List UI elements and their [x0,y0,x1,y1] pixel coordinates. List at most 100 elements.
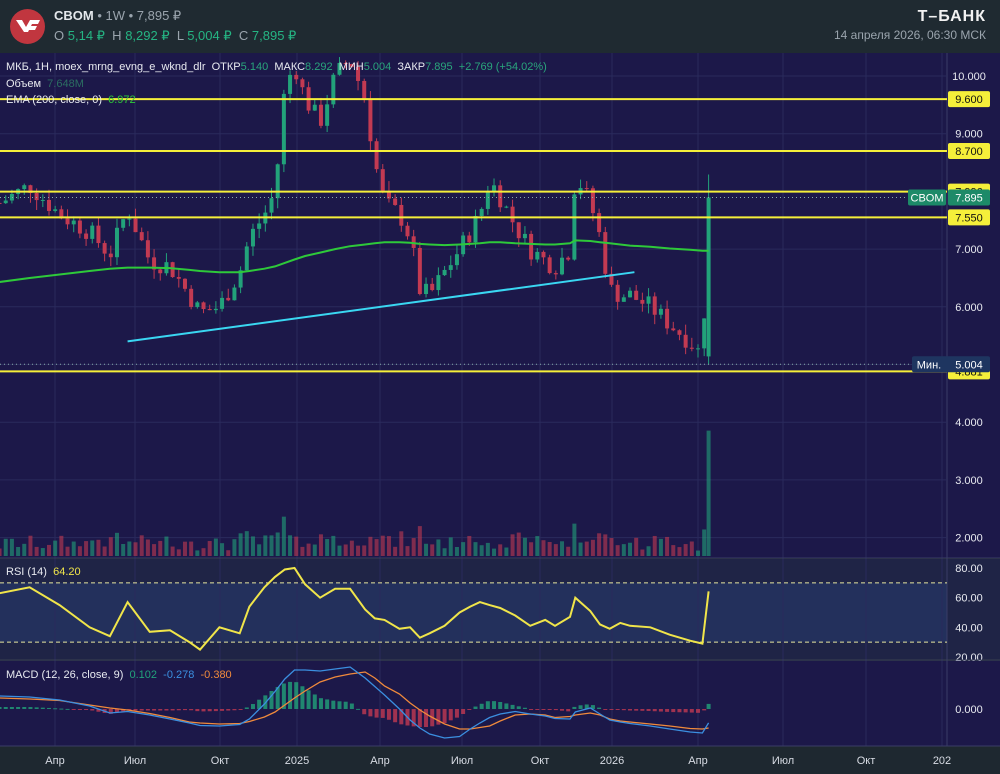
macd-hist-bar [195,709,200,712]
ticker[interactable]: CBOM [54,8,94,23]
level-label: 9.600 [955,94,983,106]
macd-hist-bar [706,703,711,709]
macd-hist-bar [547,709,552,710]
time-tick: 202 [933,755,951,767]
macd-hist-bar [362,709,367,715]
volume-bar [318,534,323,556]
candle-body [213,308,218,311]
volume-bar [3,538,8,556]
macd-hist-bar [689,709,694,713]
candle-body [702,318,707,349]
rsi-tick: 80.00 [955,563,983,575]
volume-bar [467,535,472,556]
candle-body [504,206,509,208]
macd-hist-bar [318,698,323,709]
price-tick: 9.000 [955,129,983,141]
macd-hist-bar [158,709,163,711]
time-tick: Июл [451,755,473,767]
volume-bar [158,540,163,556]
candle-body [201,302,206,310]
macd-hist-bar [652,709,657,712]
volume-bar [572,523,577,556]
candle-body [300,79,305,88]
candle-body [90,225,95,239]
candle-body [207,309,212,311]
volume-bar [96,539,101,556]
macd-hist-bar [53,708,58,710]
candle-body [250,228,255,247]
macd-hist-bar [683,709,688,713]
legend-macd: MACD (12, 26, close, 9) 0.102 -0.278 -0.… [6,669,232,681]
candle-body [269,198,274,213]
candle-body [114,227,119,258]
macd-hist-bar [170,709,175,711]
macd-hist-bar [467,709,472,710]
chart[interactable]: 9.6008.7007.9967.5504.881CBOM7.895Мин.5.… [0,0,1000,774]
volume-bar [560,541,565,556]
volume-bar [590,539,595,556]
time-tick: Апр [688,755,707,767]
volume-bar [436,539,441,556]
macd-hist-bar [380,709,385,718]
macd-hist-bar [615,709,620,710]
candle-body [621,297,626,302]
candle-body [566,257,571,260]
ema-value: 6.972 [108,94,136,106]
volume-bar [269,535,274,556]
volume-bar [529,542,534,556]
volume-bar [405,546,410,556]
candle-body [553,273,558,275]
rsi-key: RSI (14) [6,566,47,578]
volume-bar [152,544,157,556]
volume-bar [646,546,651,556]
interval[interactable]: 1W [106,8,126,23]
candle-body [689,347,694,349]
candle-body [139,232,144,241]
open-value: 5,14 ₽ [67,28,105,43]
macd-hist-bar [541,709,546,710]
volume-bar [176,549,181,556]
volume-bar [189,541,194,556]
candle-body [189,288,194,307]
price-tick: 4.000 [955,417,983,429]
volume-bar [71,541,76,556]
volume-bar [683,544,688,556]
macd-hist-bar [702,709,707,711]
volume-bar [170,546,175,556]
candle-body [516,222,521,239]
volume-bar [393,546,398,556]
candle-body [473,215,478,243]
macd-hist-bar [603,709,608,710]
volume-bar [263,535,268,556]
volume-bar [59,535,64,556]
candle-body [706,197,711,357]
candle-body [615,284,620,302]
macd-hist-bar [40,707,45,709]
macd-hist-bar [572,706,577,709]
volume-bar [541,540,546,556]
candle-body [77,220,82,234]
candle-body [683,334,688,348]
macd-hist-bar [337,701,342,709]
candle-body [121,219,126,228]
candle-body [127,218,132,220]
candle-body [96,225,101,244]
macd-hist-bar [182,709,187,711]
macd-hist-bar [16,707,21,709]
time-tick: Июл [772,755,794,767]
candle-body [417,247,422,295]
macd-hist-bar [189,709,194,711]
volume-bar [356,545,361,556]
macd-hist-bar [22,707,27,709]
candle-body [318,104,323,126]
candle-body [393,198,398,205]
macd-hist-bar [356,708,361,710]
volume-bar [461,542,466,556]
macd-hist-bar [46,707,51,709]
time-tick: 2026 [600,755,624,767]
candle-body [677,330,682,335]
volume-bar [343,544,348,556]
macd-signal-value: -0.380 [200,669,232,681]
macd-hist-bar [597,707,602,709]
macd-hist-bar [677,709,682,713]
